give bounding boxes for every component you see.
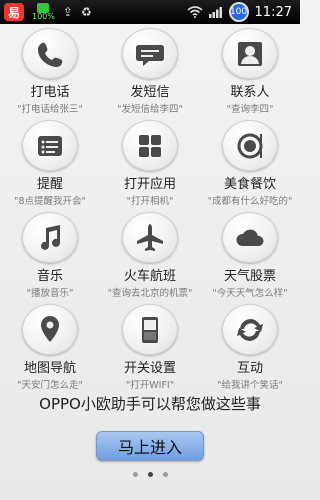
feature-grid: 打电话 "打电话给张三" 发短信 "发短信给李四" 联系人 "查询李四" 提醒 … [0,28,300,390]
assistant-description: OPPO小欧助手可以帮您做这些事 [39,395,261,413]
tile-hint: "发短信给李四" [117,104,183,114]
tile-hint: "查询李四" [226,104,274,114]
tile-switch[interactable]: 开关设置 "打开WIFI" [100,304,200,390]
page-dot[interactable] [132,472,138,477]
signal-icon [208,7,222,18]
page-indicator [0,472,300,477]
tile-hint: "8点提醒我开会" [14,196,86,206]
tile-label: 火车航班 [123,269,176,285]
tile-label: 开关设置 [123,361,176,377]
page-dot-active[interactable] [147,472,153,477]
tile-label: 美食餐饮 [223,177,276,193]
phone-icon[interactable] [22,28,78,80]
tile-weather[interactable]: 天气股票 "今天天气怎么样" [200,212,300,298]
music-icon[interactable] [22,212,78,264]
tile-food[interactable]: 美食餐饮 "成都有什么好吃的" [200,120,300,206]
tile-label: 打开应用 [123,177,176,193]
refresh-icon[interactable] [222,304,278,356]
battery-small-icon: 100% [32,3,55,21]
tile-hint: "打开相机" [126,196,174,206]
tile-chat[interactable]: 互动 "给我讲个笑话" [200,304,300,390]
tile-label: 互动 [236,361,263,377]
plane-icon[interactable] [122,212,178,264]
tile-hint: "播放音乐" [26,288,74,298]
page-dot[interactable] [162,472,168,477]
tile-label: 天气股票 [223,269,276,285]
clock: 11:27 [254,4,292,20]
tile-label: 联系人 [230,85,270,101]
enter-now-button[interactable]: 马上进入 [96,431,204,461]
battery-small-label: 100% [32,12,55,21]
weather-icon[interactable] [222,212,278,264]
wifi-icon [187,6,203,18]
reminder-icon[interactable] [22,120,78,172]
tile-reminder[interactable]: 提醒 "8点提醒我开会" [0,120,100,206]
tile-contacts[interactable]: 联系人 "查询李四" [200,28,300,114]
app-badge-icon: 易 [4,3,24,21]
tile-hint: "天安门怎么走" [17,380,83,390]
tile-label: 音乐 [36,269,63,285]
tile-label: 打电话 [30,85,70,101]
tile-sms[interactable]: 发短信 "发短信给李四" [100,28,200,114]
tile-call[interactable]: 打电话 "打电话给张三" [0,28,100,114]
tile-hint: "打电话给张三" [17,104,83,114]
tile-label: 地图导航 [23,361,76,377]
recycle-icon: ♻ [80,5,92,19]
apps-grid-icon[interactable] [122,120,178,172]
tile-label: 发短信 [130,85,170,101]
tile-music[interactable]: 音乐 "播放音乐" [0,212,100,298]
map-pin-icon[interactable] [22,304,78,356]
switch-icon[interactable] [122,304,178,356]
usb-icon: ⇪ [62,5,73,19]
battery-level-icon: 100 [228,2,249,22]
sms-icon[interactable] [122,28,178,80]
tile-hint: "成都有什么好吃的" [207,196,293,206]
tile-hint: "给我讲个笑话" [217,380,283,390]
tile-map[interactable]: 地图导航 "天安门怎么走" [0,304,100,390]
status-bar: 易 100% ⇪ ♻ 100 11:27 [0,0,300,24]
tile-hint: "打开WIFI" [125,380,175,390]
tile-open-app[interactable]: 打开应用 "打开相机" [100,120,200,206]
tile-travel[interactable]: 火车航班 "查询去北京的机票" [100,212,200,298]
tile-hint: "查询去北京的机票" [107,288,193,298]
tile-hint: "今天天气怎么样" [212,288,288,298]
contact-icon[interactable] [222,28,278,80]
tile-label: 提醒 [36,177,63,193]
food-icon[interactable] [222,120,278,172]
